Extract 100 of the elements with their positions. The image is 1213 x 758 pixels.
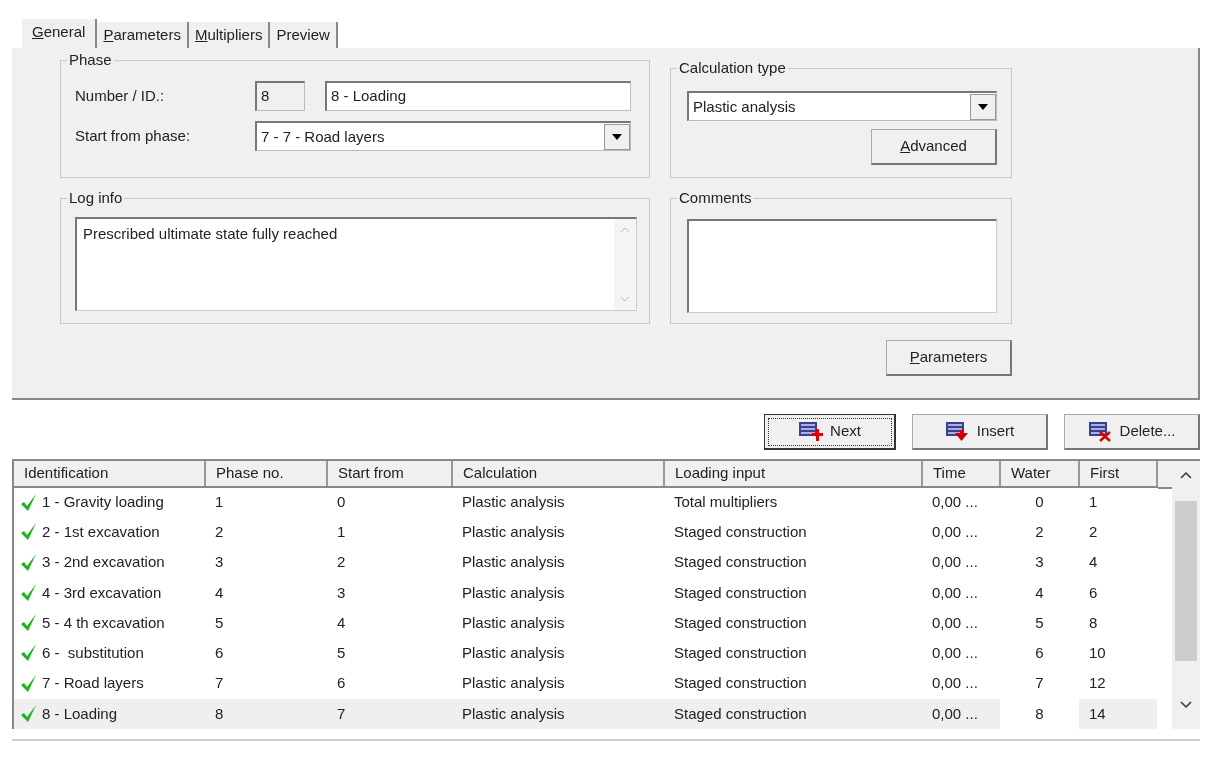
table-cell: 6 xyxy=(1089,583,1098,601)
table-cell: Staged construction xyxy=(674,523,807,541)
table-cell: Plastic analysis xyxy=(462,613,565,631)
table-cell: Staged construction xyxy=(674,644,807,662)
table-cell: 2 xyxy=(1089,523,1098,541)
log-text-area[interactable]: Prescribed ultimate state fully reached xyxy=(75,217,637,311)
table-cell: 0,00 ... xyxy=(932,704,978,722)
table-cell: 3 xyxy=(215,553,224,571)
column-header[interactable]: Water xyxy=(1000,461,1079,487)
table-cell: 3 xyxy=(1035,553,1044,571)
grid-icon xyxy=(798,420,825,443)
number-field[interactable]: 8 xyxy=(255,81,305,111)
table-cell: 0,00 ... xyxy=(932,674,978,692)
table-cell: 8 xyxy=(1089,613,1098,631)
grid-icon xyxy=(944,420,971,443)
group-label: Calculation type xyxy=(677,59,788,77)
phase-dropdown[interactable]: 7 - 7 - Road layers xyxy=(255,121,631,151)
table-cell: 1 xyxy=(215,493,224,511)
comments-text-area[interactable] xyxy=(687,219,997,313)
table-cell: 5 xyxy=(215,613,224,631)
table-cell: 1 xyxy=(1089,493,1098,511)
table-cell: Plastic analysis xyxy=(462,674,565,692)
calculation-dropdown[interactable]: Plastic analysis xyxy=(687,91,997,121)
group-label: Log info xyxy=(67,189,125,207)
table-cell: 4 xyxy=(337,613,346,631)
table-cell: 4 xyxy=(1089,553,1098,571)
table-cell: 10 xyxy=(1089,644,1106,662)
table-cell: 0,00 ... xyxy=(932,523,978,541)
table-cell: 12 xyxy=(1089,674,1106,692)
table-cell: 8 xyxy=(215,704,224,722)
table-cell: 5 xyxy=(1035,613,1044,631)
table-cell: Staged construction xyxy=(674,704,807,722)
table-cell: 8 xyxy=(1035,704,1044,722)
table-cell: 7 xyxy=(1035,674,1044,692)
tab[interactable]: Preview xyxy=(270,22,338,48)
table-cell: 4 xyxy=(215,583,224,601)
dropdown-arrow-icon xyxy=(612,133,622,140)
table-cell-text: 2 - 1st excavation xyxy=(42,522,160,543)
table-cell: 2 xyxy=(337,553,346,571)
table-cell: 6 xyxy=(337,674,346,692)
scrollbar[interactable] xyxy=(1172,461,1200,729)
tab[interactable]: Multipliers xyxy=(188,22,271,48)
table-cell: Plastic analysis xyxy=(462,553,565,571)
table-cell: 7 xyxy=(337,704,346,722)
table-cell: 0,00 ... xyxy=(932,493,978,511)
column-header[interactable]: Phase no. xyxy=(205,461,327,487)
table-cell: 0 xyxy=(337,493,346,511)
advanced-button[interactable]: Advanced xyxy=(871,129,997,165)
table-cell-text: 3 - 2nd excavation xyxy=(42,552,165,573)
table-cell: 3 xyxy=(337,583,346,601)
table-cell-text: 1 - Gravity loading xyxy=(42,492,164,513)
table-cell: 0,00 ... xyxy=(932,583,978,601)
tab[interactable]: General xyxy=(22,19,98,48)
table-cell: 0 xyxy=(1035,493,1044,511)
table-cell: 0,00 ... xyxy=(932,613,978,631)
table-cell: 14 xyxy=(1089,704,1106,722)
table-cell: Total multipliers xyxy=(674,493,778,511)
tab[interactable]: Parameters xyxy=(97,22,189,48)
column-header[interactable]: Time xyxy=(922,461,1000,487)
scroll-up-icon xyxy=(620,227,630,233)
table-cell: 6 xyxy=(1035,644,1044,662)
parameters-button[interactable]: Parameters xyxy=(886,340,1012,376)
table-cell: 1 xyxy=(337,523,346,541)
column-header[interactable]: Loading input xyxy=(664,461,922,487)
table-cell-text: 7 - Road layers xyxy=(42,673,144,694)
table-cell: Staged construction xyxy=(674,613,807,631)
scrollbar-thumb[interactable] xyxy=(1175,501,1197,661)
table-cell: 2 xyxy=(1035,523,1044,541)
next-button[interactable]: Next xyxy=(764,414,896,450)
table-cell: 0,00 ... xyxy=(932,644,978,662)
table-cell: 4 xyxy=(1035,583,1044,601)
column-header[interactable]: Start from xyxy=(327,461,452,487)
log-text: Prescribed ultimate state fully reached xyxy=(82,224,339,244)
table-cell-text: 6 - substitution xyxy=(42,643,144,664)
table-cell: Staged construction xyxy=(674,674,807,692)
table-cell-text: 4 - 3rd excavation xyxy=(42,582,162,603)
table-cell: Staged construction xyxy=(674,553,807,571)
table-cell: 2 xyxy=(215,523,224,541)
column-header[interactable]: First xyxy=(1079,461,1157,487)
table-cell: Plastic analysis xyxy=(462,583,565,601)
scroll-up-icon xyxy=(1180,471,1192,479)
table-cell-text: 8 - Loading xyxy=(42,703,118,724)
id-field[interactable]: 8 - Loading xyxy=(325,81,631,111)
dropdown-arrow-icon xyxy=(978,103,988,110)
table-cell: 7 xyxy=(215,674,224,692)
scroll-down-icon xyxy=(620,296,630,302)
table-cell-text: 5 - 4 th excavation xyxy=(42,612,165,633)
delete-button[interactable]: Delete... xyxy=(1064,414,1200,450)
table-cell: Plastic analysis xyxy=(462,704,565,722)
table-cell: Plastic analysis xyxy=(462,523,565,541)
column-header[interactable]: Identification xyxy=(14,461,205,487)
insert-button[interactable]: Insert xyxy=(912,414,1048,450)
table-cell: 6 xyxy=(215,644,224,662)
field-label: Start from phase: xyxy=(75,125,192,146)
field-label: Number / ID.: xyxy=(75,85,166,106)
table-cell: Plastic analysis xyxy=(462,644,565,662)
column-header[interactable]: Calculation xyxy=(452,461,664,487)
table-cell: 5 xyxy=(337,644,346,662)
table-cell: Plastic analysis xyxy=(462,493,565,511)
table-cell: Staged construction xyxy=(674,583,807,601)
